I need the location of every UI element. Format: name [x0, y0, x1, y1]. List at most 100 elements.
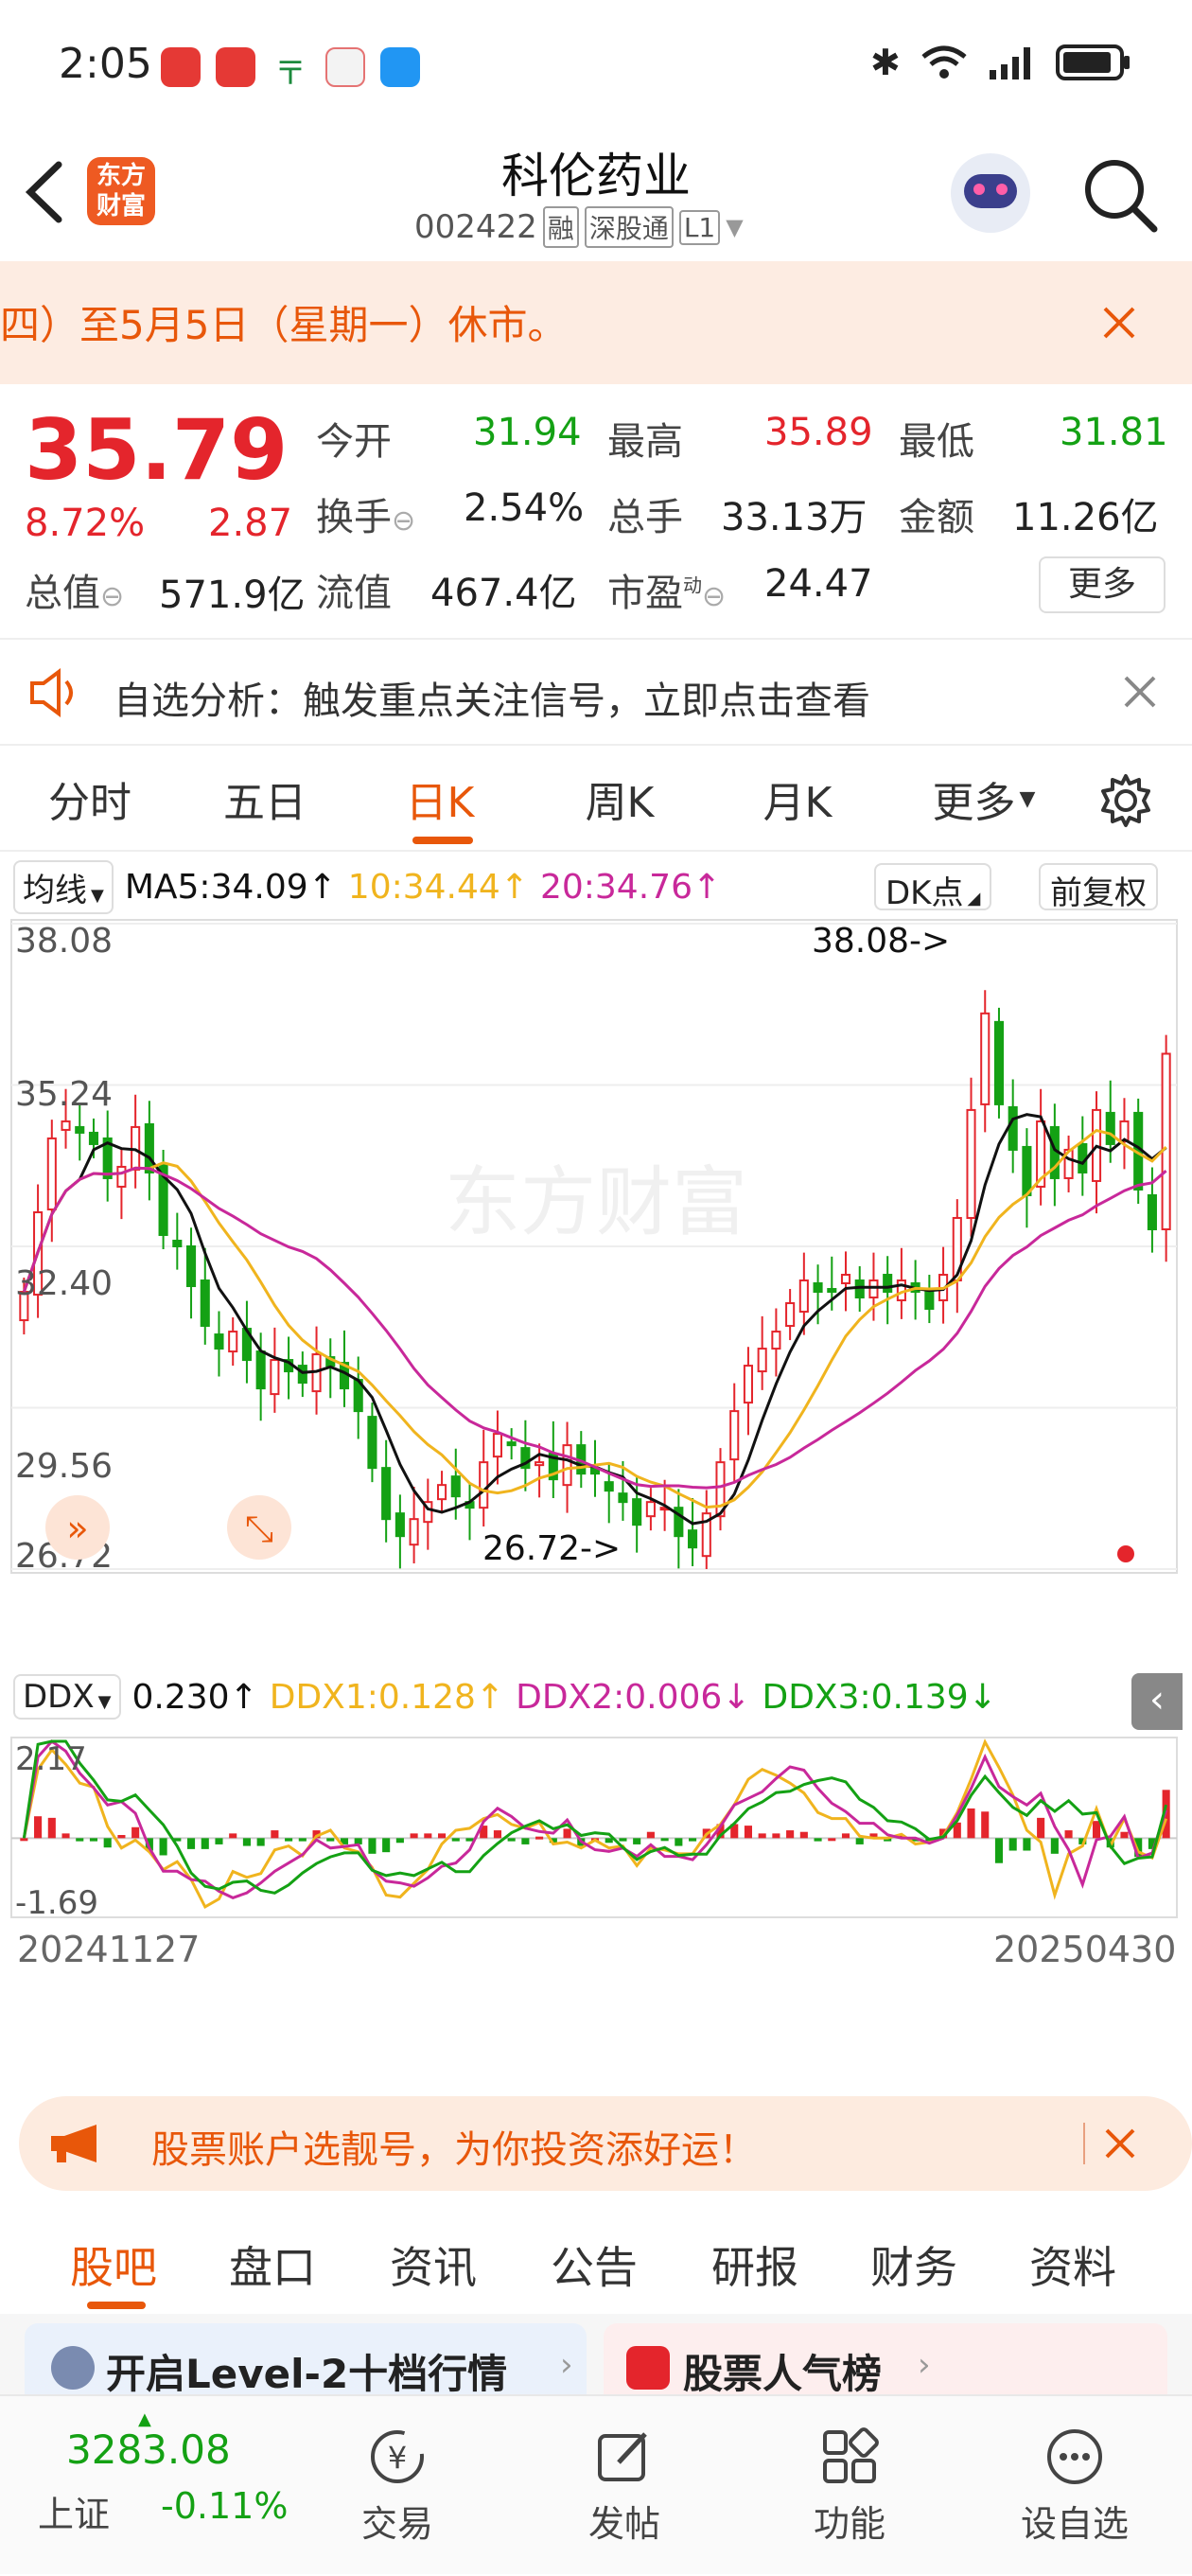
tab-five-day[interactable]: 五日 [203, 746, 326, 852]
ddx-bar [298, 1838, 307, 1842]
holiday-notice[interactable]: 四）至5月5日（星期一）休市。 [0, 261, 1192, 384]
ddx-bar [689, 1838, 697, 1842]
subtab-finance[interactable]: 财务 [870, 2214, 957, 2314]
ma-selector[interactable]: 均线 ▼ [13, 859, 114, 914]
search-icon[interactable] [1080, 155, 1160, 235]
candle-body [450, 1475, 461, 1498]
svg-text:»: » [66, 1508, 88, 1549]
nav-trade[interactable]: ¥ 交易 [322, 2396, 473, 2576]
chevron-right-icon: › [918, 2346, 931, 2384]
dk-point-button[interactable]: DK点 ◢ [874, 863, 992, 912]
y-label-0: 38.08 [15, 922, 113, 961]
index-value[interactable]: 3283.08 [66, 2426, 231, 2473]
signal-text: 自选分析：触发重点关注信号，立即点击查看 [114, 679, 870, 723]
candle-body [144, 1122, 154, 1173]
popularity-card-text: 股票人气榜 [683, 2351, 883, 2397]
ddx-bar [410, 1833, 418, 1839]
ma10-value: 10:34.44↑ [347, 867, 529, 907]
ddx-bar [1008, 1838, 1017, 1851]
tab-more[interactable]: 更多 ▼ [922, 746, 1045, 852]
ddx-bar [89, 1838, 98, 1842]
ma-legend: 均线 ▼ MA5:34.09↑ 10:34.44↑ 20:34.76↑ [13, 859, 721, 914]
high-label: 最高 [607, 420, 683, 464]
signal-icon [989, 47, 1030, 79]
ddx-bar [786, 1830, 795, 1839]
level2-card[interactable]: 开启Level-2十档行情 › [25, 2323, 587, 2399]
promo-banner[interactable]: 股票账户选靓号，为你投资添好运！ [19, 2096, 1192, 2191]
stock-code-row[interactable]: 002422 融 深股通 L1 ▼ [414, 206, 744, 248]
subtab-announcements[interactable]: 公告 [551, 2214, 638, 2314]
nav-post[interactable]: 发帖 [549, 2396, 700, 2576]
gear-icon[interactable] [1097, 772, 1154, 829]
float-label: 流值 [316, 572, 392, 615]
expand-button[interactable]: ⤡ [227, 1495, 291, 1560]
ddx-bar [855, 1838, 864, 1844]
date-end: 20250430 [993, 1929, 1177, 1970]
collapse-panel-button[interactable]: ‹ [1131, 1673, 1183, 1730]
tab-weekly-k[interactable]: 周K [558, 746, 681, 852]
subtab-news[interactable]: 资讯 [390, 2214, 477, 2314]
subtab-research[interactable]: 研报 [711, 2214, 798, 2314]
popularity-card[interactable]: 股票人气榜 › [604, 2323, 1167, 2399]
ddx-chart[interactable]: 2.17 -1.69 [0, 1736, 1192, 1919]
y-label-3: 29.56 [15, 1447, 113, 1486]
grid-icon [823, 2426, 879, 2483]
tag-margin: 融 [542, 206, 579, 248]
robot-assistant-icon[interactable] [951, 153, 1030, 233]
banner-text: 股票账户选靓号，为你投资添好运！ [151, 2128, 757, 2172]
candle-body [409, 1518, 419, 1546]
candle-body [214, 1333, 224, 1350]
ddx-selector[interactable]: DDX ▼ [13, 1674, 121, 1720]
subtab-forum[interactable]: 股吧 [70, 2214, 157, 2314]
close-icon[interactable] [1103, 2126, 1137, 2161]
kline-chart[interactable]: 东方财富 38.08 35.24 32.40 29.56 26.72 38.08… [0, 916, 1192, 1579]
status-time: 2:05 [59, 40, 152, 88]
more-button[interactable]: 更多 [1039, 556, 1166, 613]
ddx-y-top: 2.17 [15, 1740, 87, 1778]
subtab-orderbook[interactable]: 盘口 [229, 2214, 316, 2314]
candle-body [1008, 1105, 1018, 1151]
nav-watchlist-settings[interactable]: 设自选 [999, 2396, 1150, 2576]
ddx-bar [47, 1817, 56, 1839]
low-label: 最低 [899, 420, 974, 464]
turnover-label: 换手⊖ [316, 496, 416, 539]
cloud-app-icon [380, 47, 420, 87]
close-icon[interactable] [1099, 303, 1139, 343]
bluetooth-icon: ✱ [870, 42, 901, 83]
ddx-bar [828, 1838, 836, 1842]
pe-label: 市盈动⊖ [607, 572, 727, 615]
collapse-button[interactable]: » [45, 1495, 110, 1560]
ddx1-value: DDX1:0.128↑ [269, 1677, 505, 1717]
ddx-bar [1092, 1821, 1101, 1839]
candle-body [367, 1416, 377, 1470]
tab-monthly-k[interactable]: 月K [736, 746, 859, 852]
candle-body [785, 1302, 796, 1328]
ddx-bar [535, 1836, 544, 1840]
svg-text:⤡: ⤡ [245, 1508, 273, 1549]
red-dot-marker [1117, 1545, 1134, 1562]
battery-icon [1055, 44, 1130, 80]
index-change: -0.11% [161, 2485, 289, 2527]
candle-body [46, 1137, 57, 1210]
adjust-button[interactable]: 前复权 [1039, 863, 1158, 912]
ddx-bar [76, 1838, 84, 1842]
nav-functions[interactable]: 功能 [774, 2396, 925, 2576]
close-icon[interactable] [1122, 674, 1158, 710]
bottom-nav: ▲ 3283.08 上证 -0.11% ¥ 交易 发帖 功能 设自选 [0, 2394, 1192, 2574]
ddx-bar [117, 1835, 126, 1839]
ddx-bar [841, 1833, 850, 1839]
tab-intraday[interactable]: 分时 [28, 746, 151, 852]
ddx-bar [256, 1838, 265, 1846]
subtab-profile[interactable]: 资料 [1029, 2214, 1116, 2314]
ddx-bar [1064, 1830, 1073, 1839]
ddx-bar [34, 1816, 43, 1839]
ddx-bar [1050, 1838, 1059, 1854]
low-value: 31.81 [1060, 411, 1168, 454]
ddx-bar [646, 1831, 655, 1839]
signal-bar[interactable]: 自选分析：触发重点关注信号，立即点击查看 [0, 640, 1192, 746]
candle-body [840, 1274, 851, 1285]
candle-body [771, 1331, 781, 1350]
ddx-bar [1037, 1817, 1045, 1839]
tag-level: L1 [678, 209, 721, 245]
ddx-y-bottom: -1.69 [15, 1884, 98, 1919]
